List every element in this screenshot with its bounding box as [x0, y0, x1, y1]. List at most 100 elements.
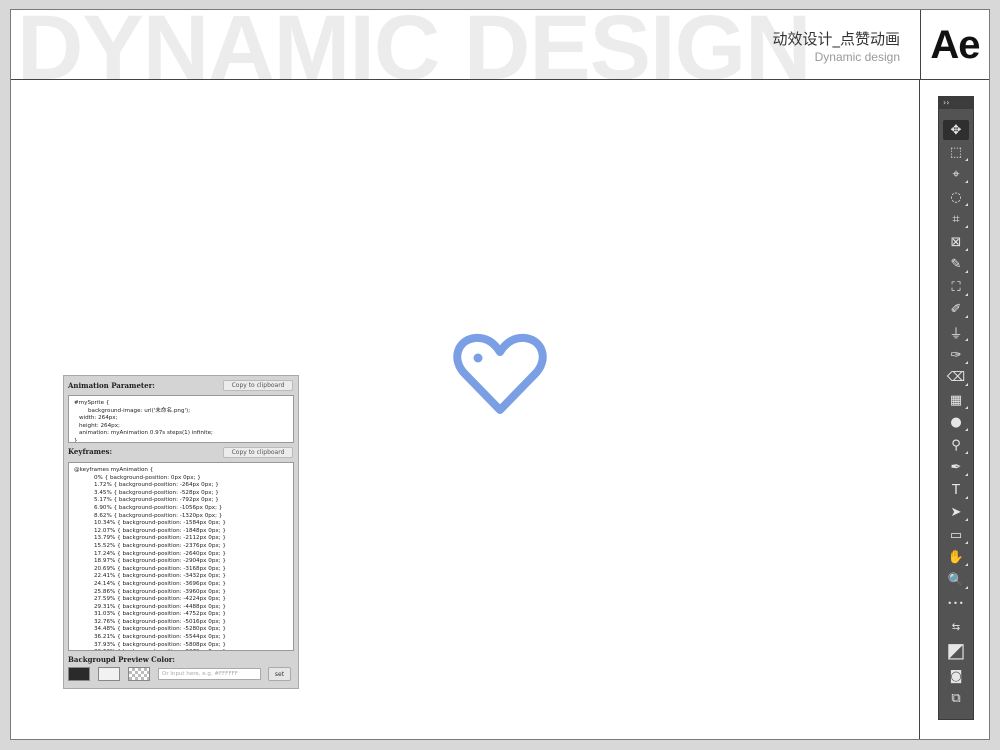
keyframe-line: 8.62% { background-position: -1320px 0px… — [94, 512, 223, 519]
header: DYNAMIC DESIGN 动效设计_点赞动画 Dynamic design … — [11, 10, 989, 80]
code-line: background-image: url('未命名.png'); — [88, 407, 191, 414]
color-input[interactable]: Or Input here, e.g. #FFFFFF — [158, 668, 261, 680]
zoom-tool-glyph: 🔍 — [947, 572, 965, 588]
submenu-indicator — [965, 518, 968, 521]
background-title: DYNAMIC DESIGN — [17, 10, 812, 80]
submenu-indicator — [965, 293, 968, 296]
keyframe-line: 39.66% { background-position: -6072px 0p… — [74, 649, 288, 650]
preview-color-label: Backgroupd Preview Color: — [68, 655, 176, 664]
keyframe-line: 37.93% { background-position: -5808px 0p… — [94, 641, 226, 648]
code-line: #mySprite { — [74, 400, 110, 406]
submenu-indicator — [965, 451, 968, 454]
hand-tool-icon[interactable]: ✋ — [943, 547, 969, 567]
more-tools-glyph: ••• — [947, 598, 965, 608]
keyframe-line: 24.14% { background-position: -3696px 0p… — [94, 580, 226, 587]
pen-tool-glyph: ✒ — [950, 459, 962, 475]
submenu-indicator — [965, 406, 968, 409]
zoom-tool-icon[interactable]: 🔍 — [943, 570, 969, 590]
keyframe-line: 36.21% { background-position: -5544px 0p… — [94, 634, 226, 641]
submenu-indicator — [965, 428, 968, 431]
frame-tool-glyph: ⊠ — [950, 234, 962, 250]
submenu-indicator — [965, 270, 968, 273]
rectangle-tool-icon[interactable]: ▭ — [943, 525, 969, 545]
keyframe-line: 32.76% { background-position: -5016px 0p… — [94, 618, 226, 625]
submenu-indicator — [965, 563, 968, 566]
keyframe-line: 27.59% { background-position: -4224px 0p… — [94, 596, 226, 603]
move-tool-icon[interactable]: ✥ — [943, 120, 969, 140]
animation-parameter-label: Animation Parameter: — [68, 381, 155, 390]
submenu-indicator — [965, 496, 968, 499]
code-line: width: 264px; — [79, 415, 118, 422]
keyframe-line: 22.41% { background-position: -3432px 0p… — [94, 573, 226, 580]
stamp-tool-glyph: ⏚ — [949, 326, 963, 342]
pen-tool-icon[interactable]: ✒ — [943, 457, 969, 477]
sprite-parameter-panel: Animation Parameter: Copy to clipboard #… — [63, 375, 299, 689]
blur-tool-glyph: ● — [950, 414, 962, 430]
transparent-swatch[interactable] — [128, 667, 150, 681]
history-brush-tool-glyph: ✑ — [950, 347, 962, 363]
page-subtitle: Dynamic design — [814, 50, 900, 64]
healing-brush-tool-icon[interactable]: ⛶ — [943, 277, 969, 297]
gradient-tool-icon[interactable]: ▦ — [943, 390, 969, 410]
submenu-indicator — [965, 180, 968, 183]
submenu-indicator — [965, 203, 968, 206]
submenu-indicator — [965, 361, 968, 364]
dodge-tool-icon[interactable]: ⚲ — [943, 435, 969, 455]
keyframe-line: 18.97% { background-position: -2904px 0p… — [94, 558, 226, 565]
page-title: 动效设计_点赞动画 — [772, 30, 900, 48]
keyframe-line: 31.03% { background-position: -4752px 0p… — [94, 611, 226, 618]
lasso-tool-icon[interactable]: ⌖ — [943, 164, 969, 184]
keyframe-line: 29.31% { background-position: -4488px 0p… — [94, 603, 226, 610]
stamp-tool-icon[interactable]: ⏚ — [943, 322, 969, 342]
keyframe-line: 6.90% { background-position: -1056px 0px… — [94, 504, 223, 511]
move-tool-glyph: ✥ — [950, 122, 962, 138]
gradient-tool-glyph: ▦ — [949, 392, 963, 408]
type-tool-glyph: T — [952, 482, 960, 498]
lasso-tool-glyph: ⌖ — [952, 166, 960, 182]
keyframe-line: 15.52% { background-position: -2376px 0p… — [94, 542, 226, 549]
history-brush-tool-icon[interactable]: ✑ — [943, 345, 969, 365]
keyframe-line: 17.24% { background-position: -2640px 0p… — [94, 550, 226, 557]
eyedropper-tool-glyph: ✎ — [950, 256, 962, 272]
screen-mode-icon[interactable]: ⧉ — [943, 689, 969, 707]
crop-tool-icon[interactable]: ⌗ — [943, 209, 969, 229]
submenu-indicator — [965, 315, 968, 318]
keyframe-line: 34.48% { background-position: -5280px 0p… — [94, 626, 226, 633]
copy-parameter-button[interactable]: Copy to clipboard — [223, 380, 293, 391]
submenu-indicator — [965, 383, 968, 386]
path-select-tool-icon[interactable]: ➤ — [943, 502, 969, 522]
eyedropper-tool-icon[interactable]: ✎ — [943, 254, 969, 274]
submenu-indicator — [965, 225, 968, 228]
path-select-tool-glyph: ➤ — [950, 504, 962, 520]
type-tool-icon[interactable]: T — [943, 480, 969, 500]
code-line: } — [74, 437, 78, 443]
eraser-tool-glyph: ⌫ — [946, 369, 966, 385]
frame-tool-icon[interactable]: ⊠ — [943, 232, 969, 252]
submenu-indicator — [965, 473, 968, 476]
swap-colors-icon[interactable]: ⇆ — [943, 618, 969, 636]
keyframe-line: 10.34% { background-position: -1584px 0p… — [94, 520, 226, 527]
app-badge: Ae — [920, 10, 989, 79]
after-effects-logo: Ae — [930, 22, 980, 67]
hand-tool-glyph: ✋ — [947, 549, 965, 565]
brush-tool-icon[interactable]: ✐ — [943, 299, 969, 319]
blur-tool-icon[interactable]: ● — [943, 412, 969, 432]
foreground-background-color-icon[interactable]: ◩ — [943, 637, 969, 663]
healing-brush-tool-glyph: ⛶ — [951, 279, 961, 295]
eraser-tool-icon[interactable]: ⌫ — [943, 367, 969, 387]
dark-swatch[interactable] — [68, 667, 90, 681]
keyframes-code-box[interactable]: @keyframes myAnimation { 0% { background… — [68, 462, 294, 651]
quick-mask-icon[interactable]: ◙ — [943, 667, 969, 685]
heart-outline-icon[interactable] — [445, 326, 555, 426]
keyframe-line: 0% { background-position: 0px 0px; } — [94, 474, 201, 481]
light-swatch[interactable] — [98, 667, 120, 681]
set-button[interactable]: set — [268, 667, 291, 681]
keyframe-line: 25.86% { background-position: -3960px 0p… — [94, 588, 226, 595]
quick-select-tool-icon[interactable]: ◌ — [943, 187, 969, 207]
more-tools-icon[interactable]: ••• — [943, 593, 969, 613]
copy-keyframes-button[interactable]: Copy to clipboard — [223, 447, 293, 458]
parameter-code-box[interactable]: #mySprite { background-image: url('未命名.p… — [68, 395, 294, 443]
panel-grip[interactable]: ›› — [939, 97, 973, 109]
marquee-tool-icon[interactable]: ⬚ — [943, 142, 969, 162]
submenu-indicator — [965, 158, 968, 161]
